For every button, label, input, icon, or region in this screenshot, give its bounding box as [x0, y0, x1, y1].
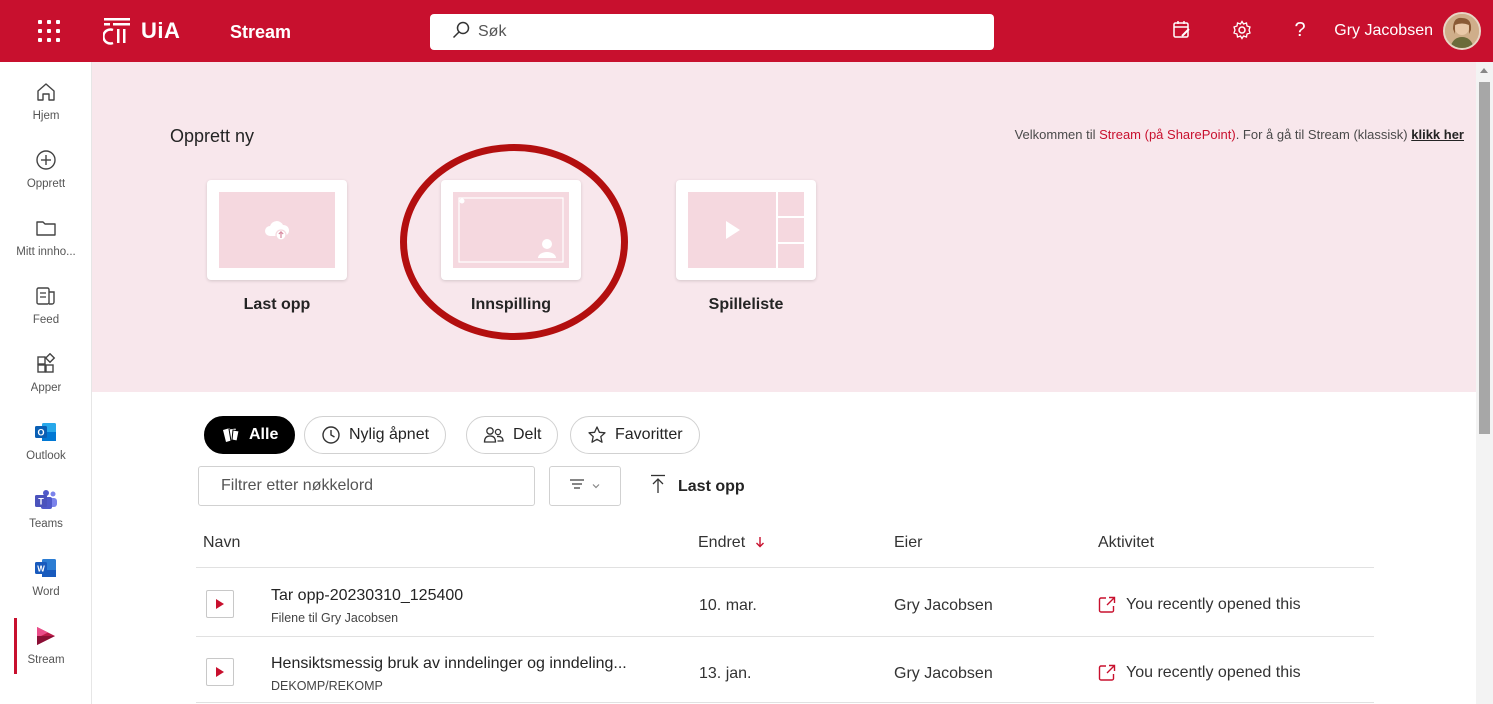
- open-external-icon: [1098, 596, 1116, 614]
- filter-lines-icon: [569, 477, 589, 496]
- rail-item-apps[interactable]: Apper: [0, 342, 92, 406]
- add-circle-icon: [32, 146, 60, 174]
- playlist-card[interactable]: [676, 180, 816, 280]
- user-name[interactable]: Gry Jacobsen: [1334, 22, 1433, 40]
- app-title[interactable]: Stream: [230, 22, 291, 43]
- chevron-down-icon: [591, 477, 601, 495]
- home-icon: [32, 78, 60, 106]
- filter-pill-all[interactable]: Alle: [204, 416, 296, 454]
- upload-button[interactable]: Last opp: [650, 474, 745, 499]
- column-header-name[interactable]: Navn: [203, 534, 240, 552]
- avatar[interactable]: [1443, 12, 1481, 50]
- svg-text:T: T: [38, 497, 44, 507]
- divider: [196, 702, 1374, 703]
- row-location: Filene til Gry Jacobsen: [271, 611, 399, 625]
- rail-item-feed[interactable]: Feed: [0, 274, 92, 338]
- column-header-owner[interactable]: Eier: [894, 534, 922, 552]
- recording-card[interactable]: [441, 180, 581, 280]
- filter-pill-favorites[interactable]: Favoritter: [570, 416, 700, 454]
- files-stack-icon: [221, 426, 241, 444]
- outlook-icon: O: [32, 418, 60, 446]
- top-bar: UiA Stream ? Gry Jacobsen: [0, 0, 1493, 62]
- rail-item-create[interactable]: Opprett: [0, 138, 92, 202]
- row-title[interactable]: Tar opp-20230310_125400: [271, 587, 463, 605]
- settings-gear-icon[interactable]: [1230, 18, 1254, 42]
- search-input[interactable]: [478, 23, 958, 41]
- create-new-section: Opprett ny Velkommen til Stream (på Shar…: [92, 62, 1476, 392]
- rail-item-home[interactable]: Hjem: [0, 70, 92, 134]
- scroll-up-arrow-icon[interactable]: [1480, 68, 1488, 73]
- recording-card-label: Innspilling: [471, 296, 551, 313]
- filter-pill-shared[interactable]: Delt: [466, 416, 559, 454]
- word-icon: W: [32, 554, 60, 582]
- folder-icon: [32, 214, 60, 242]
- video-play-icon: [206, 590, 234, 618]
- keyword-filter-input[interactable]: [198, 466, 535, 506]
- rail-item-teams[interactable]: T Teams: [0, 478, 92, 542]
- app-launcher-icon[interactable]: [38, 20, 60, 42]
- section-title: Opprett ny: [170, 126, 255, 146]
- vertical-scrollbar[interactable]: [1476, 62, 1493, 704]
- brand-logo[interactable]: UiA: [102, 14, 181, 48]
- star-icon: [587, 425, 607, 445]
- people-icon: [483, 425, 505, 445]
- row-owner: Gry Jacobsen: [894, 597, 993, 614]
- record-screen-icon: [453, 192, 569, 273]
- left-rail: Hjem Opprett Mitt innho... Feed Apper O …: [0, 62, 92, 704]
- table-row[interactable]: Hensiktsmessig bruk av inndelinger og in…: [196, 636, 1374, 704]
- feed-icon: [32, 282, 60, 310]
- search-icon: [452, 21, 470, 44]
- clock-icon: [321, 425, 341, 445]
- upload-card[interactable]: [207, 180, 347, 280]
- upload-arrow-icon: [650, 474, 666, 499]
- classic-stream-link[interactable]: klikk her: [1411, 127, 1464, 142]
- upload-card-label: Last opp: [243, 296, 311, 313]
- stream-sharepoint-text: Stream (på SharePoint): [1099, 127, 1236, 142]
- row-modified-date: 10. mar.: [699, 597, 757, 614]
- filter-pill-recent[interactable]: Nylig åpnet: [304, 416, 447, 454]
- sort-dropdown-button[interactable]: [549, 466, 621, 506]
- row-location: DEKOMP/REKOMP: [271, 679, 383, 693]
- open-external-icon: [1098, 664, 1116, 682]
- svg-text:O: O: [37, 428, 44, 438]
- table-row[interactable]: Tar opp-20230310_125400 Filene til Gry J…: [196, 568, 1374, 636]
- brand-name: UiA: [141, 18, 181, 43]
- rail-item-my-content[interactable]: Mitt innho...: [0, 206, 92, 270]
- teams-icon: T: [32, 486, 60, 514]
- sort-down-arrow-icon: [755, 535, 765, 551]
- video-play-icon: [206, 658, 234, 686]
- apps-icon: [32, 350, 60, 378]
- search-box[interactable]: [430, 14, 994, 50]
- playlist-card-label: Spilleliste: [708, 296, 784, 313]
- column-header-activity[interactable]: Aktivitet: [1098, 534, 1154, 552]
- uia-logo-icon: [102, 16, 133, 46]
- help-icon[interactable]: ?: [1288, 18, 1312, 42]
- calendar-check-icon[interactable]: [1170, 18, 1194, 42]
- row-owner: Gry Jacobsen: [894, 665, 993, 682]
- scrollbar-thumb[interactable]: [1479, 82, 1490, 434]
- welcome-message: Velkommen til Stream (på SharePoint). Fo…: [1014, 127, 1464, 142]
- svg-text:W: W: [37, 565, 45, 574]
- rail-item-stream[interactable]: Stream: [0, 614, 92, 678]
- rail-item-word[interactable]: W Word: [0, 546, 92, 610]
- cloud-upload-icon: [263, 218, 291, 247]
- row-title[interactable]: Hensiktsmessig bruk av inndelinger og in…: [271, 655, 627, 673]
- stream-icon: [32, 622, 60, 650]
- rail-item-outlook[interactable]: O Outlook: [0, 410, 92, 474]
- row-activity: You recently opened this: [1098, 664, 1301, 682]
- row-modified-date: 13. jan.: [699, 665, 752, 682]
- row-activity: You recently opened this: [1098, 596, 1301, 614]
- column-header-modified[interactable]: Endret: [698, 534, 765, 552]
- playlist-icon: [688, 192, 804, 273]
